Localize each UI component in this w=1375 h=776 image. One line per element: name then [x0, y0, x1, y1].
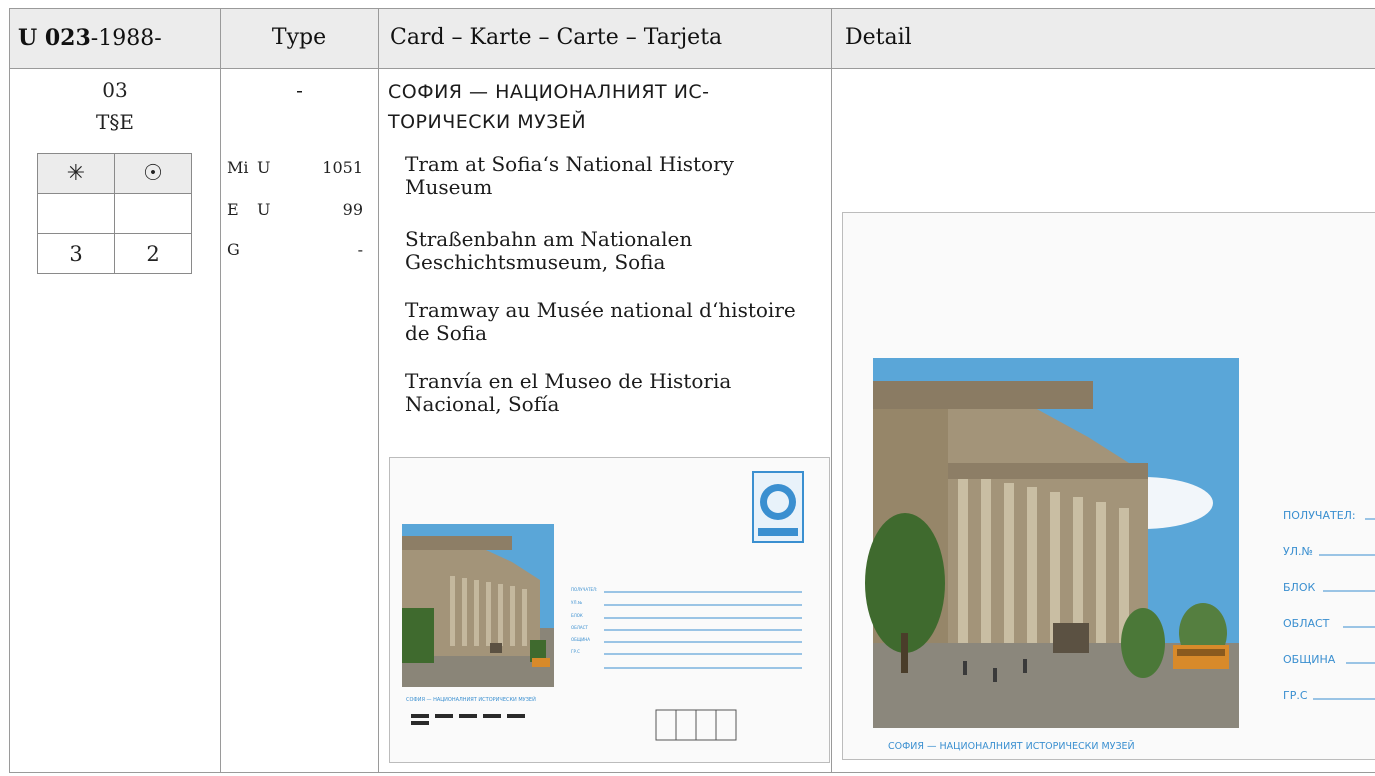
- entry-code: T§E: [96, 110, 134, 134]
- detail-image: СОФИЯ — НАЦИОНАЛНИЯТ ИСТОРИЧЕСКИ МУЗЕЙ П…: [842, 212, 1375, 760]
- catalogue-row: Mi U 1051: [227, 158, 363, 184]
- header-id: U 023-1988-: [18, 8, 162, 68]
- catalogue-name: G: [227, 240, 240, 259]
- availability-cell: [37, 193, 115, 234]
- card-caption: СОФИЯ — НАЦИОНАЛНИЯТ ИСТОРИЧЕСКИ МУЗЕЙ: [406, 696, 536, 703]
- column-divider: [378, 8, 379, 772]
- catalogue-row: G -: [227, 240, 363, 266]
- mint-symbol: ✳: [37, 153, 115, 194]
- header-detail: Detail: [845, 25, 912, 50]
- detail-caption: СОФИЯ — НАЦИОНАЛНИЯТ ИСТОРИЧЕСКИ МУЗЕЙ: [888, 740, 1135, 752]
- detail-field-label: ПОЛУЧАТЕЛ:: [1283, 509, 1356, 522]
- catalogue-value: -: [357, 240, 363, 259]
- catalogue-name: E: [227, 200, 239, 219]
- description-en: Tram at Sofia‘s National History Museum: [405, 152, 734, 199]
- detail-field-label: ОБЛАСТ: [1283, 617, 1330, 630]
- card-title-russian: СОФИЯ — НАЦИОНАЛНИЯТ ИС- ТОРИЧЕСКИ МУЗЕЙ: [388, 77, 818, 137]
- card-image: СОФИЯ — НАЦИОНАЛНИЯТ ИСТОРИЧЕСКИ МУЗЕЙ П…: [389, 457, 830, 763]
- detail-field-label: УЛ.№: [1283, 545, 1313, 558]
- field-label: ОБЩИНА: [571, 637, 590, 642]
- used-symbol: ☉: [114, 153, 192, 194]
- field-label: УЛ.№: [571, 600, 582, 605]
- card-illustration: СОФИЯ — НАЦИОНАЛНИЯТ ИСТОРИЧЕСКИ МУЗЕЙ П…: [402, 471, 804, 741]
- catalogue-letter: U: [257, 200, 271, 219]
- catalogue-row: E U 99: [227, 200, 363, 226]
- detail-field-label: ОБЩИНА: [1283, 653, 1336, 666]
- catalogue-letter: U: [257, 158, 271, 177]
- field-label: ПОЛУЧАТЕЛ:: [571, 587, 597, 592]
- field-label: БЛОК: [571, 613, 583, 618]
- detail-field-label: ГР.С: [1283, 689, 1308, 702]
- catalogue-name: Mi: [227, 158, 249, 177]
- header-type: Type: [271, 25, 327, 50]
- card-title-line: ТОРИЧЕСКИ МУЗЕЙ: [388, 111, 587, 133]
- detail-illustration: СОФИЯ — НАЦИОНАЛНИЯТ ИСТОРИЧЕСКИ МУЗЕЙ П…: [865, 358, 1375, 752]
- header-id-prefix: U: [18, 25, 45, 51]
- catalogue-value: 1051: [322, 158, 363, 177]
- description-de: Straßenbahn am Nationalen Geschichtsmuse…: [405, 227, 693, 274]
- field-label: ГР.С: [571, 649, 580, 654]
- catalogue-value: 99: [342, 200, 363, 219]
- header-id-number: 023: [44, 25, 91, 51]
- entry-number: 03: [102, 78, 128, 102]
- description-es: Tranvía en el Museo de Historia Nacional…: [405, 369, 732, 416]
- availability-cell: [114, 193, 192, 234]
- availability-cell: 2: [114, 233, 192, 274]
- header-year: -1988-: [90, 26, 162, 51]
- type-value: -: [296, 78, 303, 102]
- header-card: Card – Karte – Carte – Tarjeta: [390, 25, 723, 50]
- column-divider: [220, 8, 221, 772]
- column-divider: [831, 8, 832, 772]
- field-label: ОБЛАСТ: [571, 625, 588, 630]
- availability-cell: 3: [37, 233, 115, 274]
- availability-table: ✳ ☉ 3 2: [37, 153, 192, 274]
- description-fr: Tramway au Musée national d‘histoire de …: [405, 298, 796, 345]
- card-title-line: СОФИЯ — НАЦИОНАЛНИЯТ ИС-: [388, 81, 710, 103]
- detail-field-label: БЛОК: [1283, 581, 1315, 594]
